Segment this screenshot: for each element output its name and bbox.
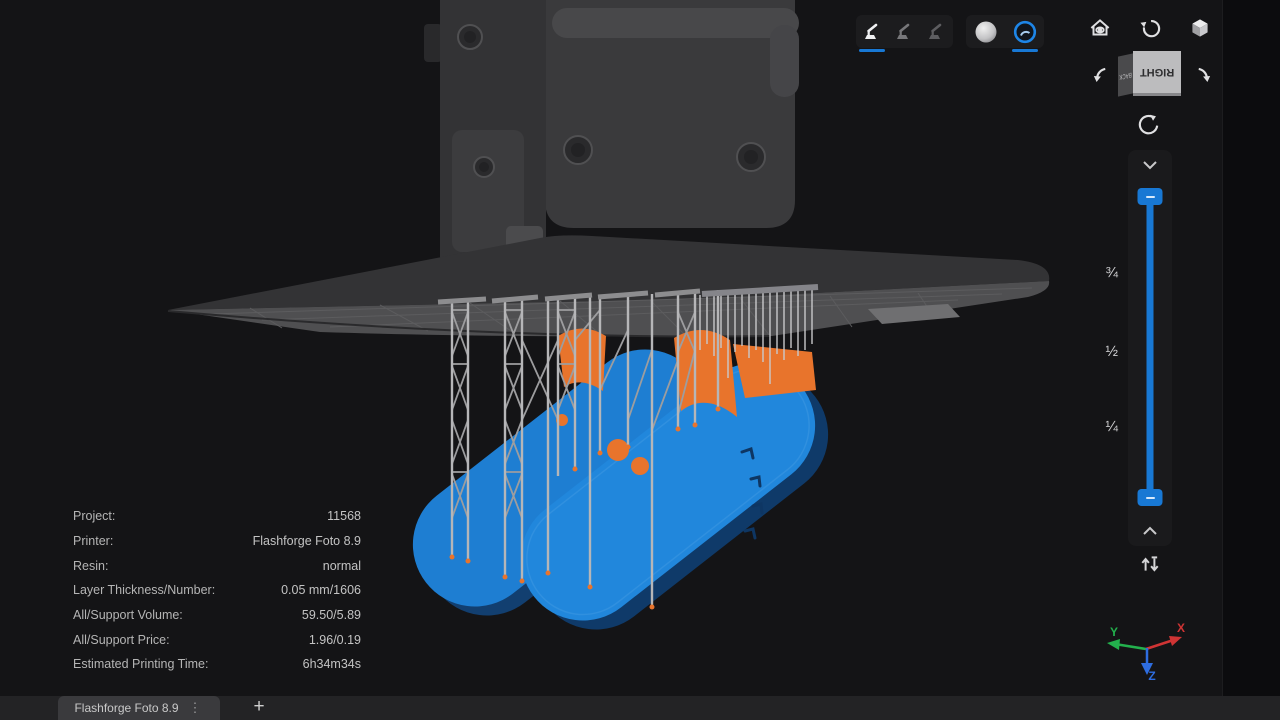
info-label: All/Support Volume: [73,608,183,622]
render-mode-group [966,15,1044,48]
info-label: Layer Thickness/Number: [73,583,215,597]
rotate-right-button[interactable] [1188,62,1216,90]
slider-tick-quarter: ¼ [1090,418,1118,435]
info-label: Project: [73,509,115,523]
slider-step-up-button[interactable] [1139,524,1161,538]
info-value: 6h34m34s [303,657,361,671]
layer-slider-handle-bottom[interactable] [1138,489,1163,506]
info-label: Estimated Printing Time: [73,657,208,671]
info-label: Resin: [73,559,108,573]
document-tab[interactable]: Flashforge Foto 8.9 ⋮ [58,696,220,720]
info-row-printer: Printer: Flashforge Foto 8.9 [73,529,361,554]
info-value: 59.50/5.89 [302,608,361,622]
support-view-group [856,15,953,48]
swap-vertical-icon [1139,553,1161,575]
slider-tick-half: ½ [1090,343,1118,360]
add-tab-button[interactable]: + [244,696,274,720]
swap-vertical-button[interactable] [1137,551,1163,577]
info-row-resin: Resin: normal [73,553,361,578]
build-plate [168,235,1049,336]
info-row-project: Project: 11568 [73,504,361,529]
rotate-left-button[interactable] [1088,62,1116,90]
undo-rotate-icon [1137,15,1163,41]
layer-range-track[interactable] [1147,196,1154,498]
iso-cube-icon [1187,15,1213,41]
info-value: Flashforge Foto 8.9 [253,534,361,548]
support-pillar-icon [893,21,915,43]
support-view-button-1[interactable] [856,15,888,48]
print-info-panel: Project: 11568 Printer: Flashforge Foto … [73,504,361,677]
iso-view-button[interactable] [1186,14,1214,42]
info-row-price: All/Support Price: 1.96/0.19 [73,627,361,652]
document-tab-label: Flashforge Foto 8.9 [74,701,178,715]
view-cube-back-face[interactable]: BACK [1118,53,1133,96]
axis-x-label: X [1177,621,1185,635]
info-value: 1.96/0.19 [309,633,361,647]
chevron-down-icon [1139,158,1161,172]
axis-y-label: Y [1110,625,1118,639]
tab-menu-button[interactable]: ⋮ [187,700,204,716]
view-cube-front-label: RIGHT [1140,66,1174,78]
info-label: All/Support Price: [73,633,170,647]
view-cube-side-label: BACK [1119,70,1131,80]
active-underline [1012,49,1038,52]
support-pillar-icon [925,21,947,43]
undo-rotate-button[interactable] [1136,14,1164,42]
app-window: Y X Z [0,0,1280,720]
minus-glyph [1146,497,1155,499]
document-tab-bar: Flashforge Foto 8.9 ⋮ + [0,696,1280,720]
support-view-button-3[interactable] [920,15,952,48]
info-row-time: Estimated Printing Time: 6h34m34s [73,652,361,677]
view-cube-right-face[interactable]: RIGHT [1133,51,1181,96]
home-view-button[interactable] [1086,14,1114,42]
layer-slider-panel [1128,150,1172,546]
info-value: 11568 [327,509,361,523]
info-label: Printer: [73,534,113,548]
info-row-layer-thickness: Layer Thickness/Number: 0.05 mm/1606 [73,578,361,603]
rotate-right-icon [1189,63,1215,89]
layer-slider-handle-top[interactable] [1138,188,1163,205]
home-view-icon [1087,15,1113,41]
glossy-render-button[interactable] [1005,15,1044,48]
chevron-up-icon [1139,524,1161,538]
axis-z-label: Z [1148,669,1155,683]
view-cube[interactable]: BACK RIGHT [1118,50,1182,100]
support-view-button-2[interactable] [888,15,920,48]
glossy-sphere-icon [1013,20,1037,44]
info-value: 0.05 mm/1606 [281,583,361,597]
slider-tick-three-quarters: ¾ [1090,264,1118,281]
matte-sphere-icon [974,20,998,44]
active-underline [859,49,885,52]
rotate-left-icon [1089,63,1115,89]
rotate-vertical-icon [1137,111,1163,137]
axis-indicator: Y X Z [1107,621,1185,683]
slider-step-down-button[interactable] [1139,158,1161,172]
info-row-volume: All/Support Volume: 59.50/5.89 [73,603,361,628]
matte-render-button[interactable] [966,15,1005,48]
rotate-vertical-button[interactable] [1136,110,1164,138]
support-pillar-icon [861,21,883,43]
info-value: normal [323,559,361,573]
minus-glyph [1146,196,1155,198]
